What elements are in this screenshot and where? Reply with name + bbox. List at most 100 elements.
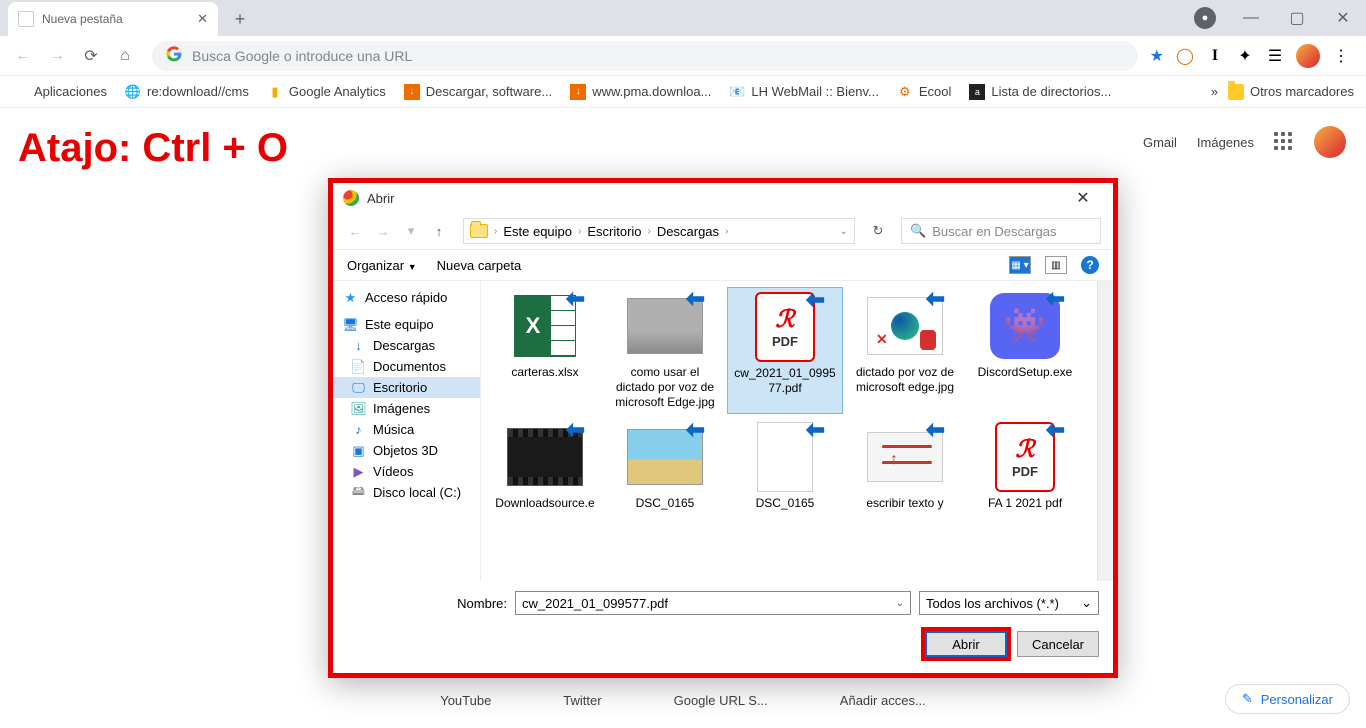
file-tile[interactable]: ℛPDF FA 1 2021 pdf	[967, 418, 1083, 515]
dialog-footer: Nombre: cw_2021_01_099577.pdf⌄ Todos los…	[333, 581, 1113, 673]
extension-icon-1[interactable]: ◯	[1176, 47, 1194, 65]
help-icon[interactable]: ?	[1081, 256, 1099, 274]
extensions-puzzle-icon[interactable]: ✦	[1236, 47, 1254, 65]
file-tile[interactable]: 👾 DiscordSetup.exe	[967, 287, 1083, 414]
desktop-icon: 🖵	[351, 380, 366, 395]
sync-icon	[684, 419, 706, 444]
bookmark-star-icon[interactable]: ★	[1150, 46, 1164, 66]
sync-icon	[1044, 419, 1066, 444]
sync-icon	[924, 419, 946, 444]
minimize-button[interactable]: —	[1228, 3, 1274, 33]
tab-bar: Nueva pestaña ✕ + ● — ▢ ✕	[0, 0, 1366, 36]
omnibox-placeholder: Busca Google o introduce una URL	[192, 48, 412, 64]
dialog-up-button[interactable]: ↑	[429, 224, 449, 239]
sidebar-this-pc[interactable]: 🖥Este equipo	[333, 314, 480, 335]
sidebar-documents[interactable]: 📄Documentos	[333, 356, 480, 377]
sync-icon	[924, 288, 946, 313]
chevron-down-icon[interactable]: ⌄	[840, 226, 848, 237]
file-open-dialog: Abrir ✕ ← → ▾ ↑ › Este equipo › Escritor…	[328, 178, 1118, 678]
back-button[interactable]: ←	[8, 41, 38, 71]
folder-icon	[1228, 84, 1244, 100]
preview-pane-button[interactable]: ▥	[1045, 256, 1067, 274]
scrollbar[interactable]	[1097, 281, 1113, 581]
dialog-back-button[interactable]: ←	[345, 224, 365, 239]
download-icon: ↓	[404, 84, 420, 100]
omnibox[interactable]: Busca Google o introduce una URL	[152, 41, 1138, 71]
file-tile[interactable]: ✕ dictado por voz de microsoft edge.jpg	[847, 287, 963, 414]
bookmark-item-1[interactable]: ▮Google Analytics	[267, 84, 386, 100]
images-link[interactable]: Imágenes	[1197, 135, 1254, 150]
dialog-refresh-button[interactable]: ↻	[863, 223, 893, 239]
sidebar-images[interactable]: 🖼Imágenes	[333, 398, 480, 419]
dialog-recent-button[interactable]: ▾	[401, 223, 421, 239]
personalize-button[interactable]: ✎ Personalizar	[1225, 684, 1350, 714]
chevron-down-icon[interactable]: ⌄	[896, 598, 904, 609]
bookmarks-overflow[interactable]: »	[1211, 84, 1218, 99]
dialog-nav: ← → ▾ ↑ › Este equipo › Escritorio › Des…	[333, 213, 1113, 249]
reload-button[interactable]: ⟳	[76, 41, 106, 71]
dialog-body: ★Acceso rápido 🖥Este equipo ↓Descargas 📄…	[333, 281, 1113, 581]
file-tile[interactable]: DSC_0165	[607, 418, 723, 515]
home-button[interactable]: ⌂	[110, 41, 140, 71]
open-button[interactable]: Abrir	[925, 631, 1007, 657]
apps-grid-icon	[12, 84, 28, 100]
new-tab-button[interactable]: +	[226, 5, 254, 33]
sidebar-quick-access[interactable]: ★Acceso rápido	[333, 287, 480, 308]
cancel-button[interactable]: Cancelar	[1017, 631, 1099, 657]
apps-button[interactable]: Aplicaciones	[12, 84, 107, 100]
bookmark-item-4[interactable]: 📧LH WebMail :: Bienv...	[729, 84, 878, 100]
close-window-button[interactable]: ✕	[1320, 3, 1366, 33]
toolbar-right: ★ ◯ I ✦ ☰ ⋮	[1150, 44, 1358, 68]
video-icon: ▶	[351, 464, 366, 479]
sidebar-downloads[interactable]: ↓Descargas	[333, 335, 480, 356]
tab-close-icon[interactable]: ✕	[197, 11, 208, 27]
maximize-button[interactable]: ▢	[1274, 3, 1320, 33]
sidebar-desktop[interactable]: 🖵Escritorio	[333, 377, 480, 398]
shortcut-twitter[interactable]: Twitter	[563, 693, 601, 708]
toolbar: ← → ⟳ ⌂ Busca Google o introduce una URL…	[0, 36, 1366, 76]
file-tile-selected[interactable]: ℛPDF cw_2021_01_099577.pdf	[727, 287, 843, 414]
search-icon: 🔍	[910, 223, 926, 239]
other-bookmarks[interactable]: Otros marcadores	[1228, 84, 1354, 100]
bookmark-item-5[interactable]: ⚙Ecool	[897, 84, 952, 100]
content-area: Atajo: Ctrl + O Gmail Imágenes Abrir ✕ ←…	[0, 108, 1366, 728]
bookmark-item-6[interactable]: aLista de directorios...	[969, 84, 1111, 100]
new-folder-button[interactable]: Nueva carpeta	[437, 258, 522, 273]
dialog-breadcrumb[interactable]: › Este equipo › Escritorio › Descargas ›…	[463, 218, 855, 244]
shortcut-add[interactable]: Añadir acces...	[840, 693, 926, 708]
reading-list-icon[interactable]: ☰	[1266, 47, 1284, 65]
menu-icon[interactable]: ⋮	[1332, 47, 1350, 65]
organize-button[interactable]: Organizar ▼	[347, 258, 417, 273]
profile-avatar[interactable]	[1296, 44, 1320, 68]
gmail-link[interactable]: Gmail	[1143, 135, 1177, 150]
shortcut-youtube[interactable]: YouTube	[440, 693, 491, 708]
bookmark-item-2[interactable]: ↓Descargar, software...	[404, 84, 552, 100]
file-tile[interactable]: X carteras.xlsx	[487, 287, 603, 414]
filename-input[interactable]: cw_2021_01_099577.pdf⌄	[515, 591, 911, 615]
file-tile[interactable]: ↕ escribir texto y	[847, 418, 963, 515]
sidebar-videos[interactable]: ▶Vídeos	[333, 461, 480, 482]
file-type-filter[interactable]: Todos los archivos (*.*)⌄	[919, 591, 1099, 615]
dialog-search-input[interactable]: 🔍 Buscar en Descargas	[901, 218, 1101, 244]
dialog-close-button[interactable]: ✕	[1063, 188, 1103, 208]
folder-icon	[470, 224, 488, 238]
google-apps-icon[interactable]	[1274, 132, 1294, 152]
sidebar-local-disk[interactable]: 🖴Disco local (C:)	[333, 482, 480, 503]
bookmark-item-3[interactable]: ↓www.pma.downloa...	[570, 84, 711, 100]
forward-button[interactable]: →	[42, 41, 72, 71]
guest-icon[interactable]: ●	[1194, 7, 1216, 29]
shortcut-google-url[interactable]: Google URL S...	[674, 693, 768, 708]
file-tile[interactable]: DSC_0165	[727, 418, 843, 515]
sidebar-music[interactable]: ♪Música	[333, 419, 480, 440]
sidebar-3d[interactable]: ▣Objetos 3D	[333, 440, 480, 461]
browser-tab[interactable]: Nueva pestaña ✕	[8, 2, 218, 36]
dialog-toolbar: Organizar ▼ Nueva carpeta ▦ ▾ ▥ ?	[333, 249, 1113, 281]
file-tile[interactable]: como usar el dictado por voz de microsof…	[607, 287, 723, 414]
file-tile[interactable]: Downloadsource.e	[487, 418, 603, 515]
extension-icon-2[interactable]: I	[1206, 47, 1224, 65]
document-icon: 📄	[351, 359, 366, 374]
dialog-forward-button[interactable]: →	[373, 224, 393, 239]
account-avatar[interactable]	[1314, 126, 1346, 158]
bookmark-item-0[interactable]: 🌐re:download//cms	[125, 84, 249, 100]
view-mode-button[interactable]: ▦ ▾	[1009, 256, 1031, 274]
